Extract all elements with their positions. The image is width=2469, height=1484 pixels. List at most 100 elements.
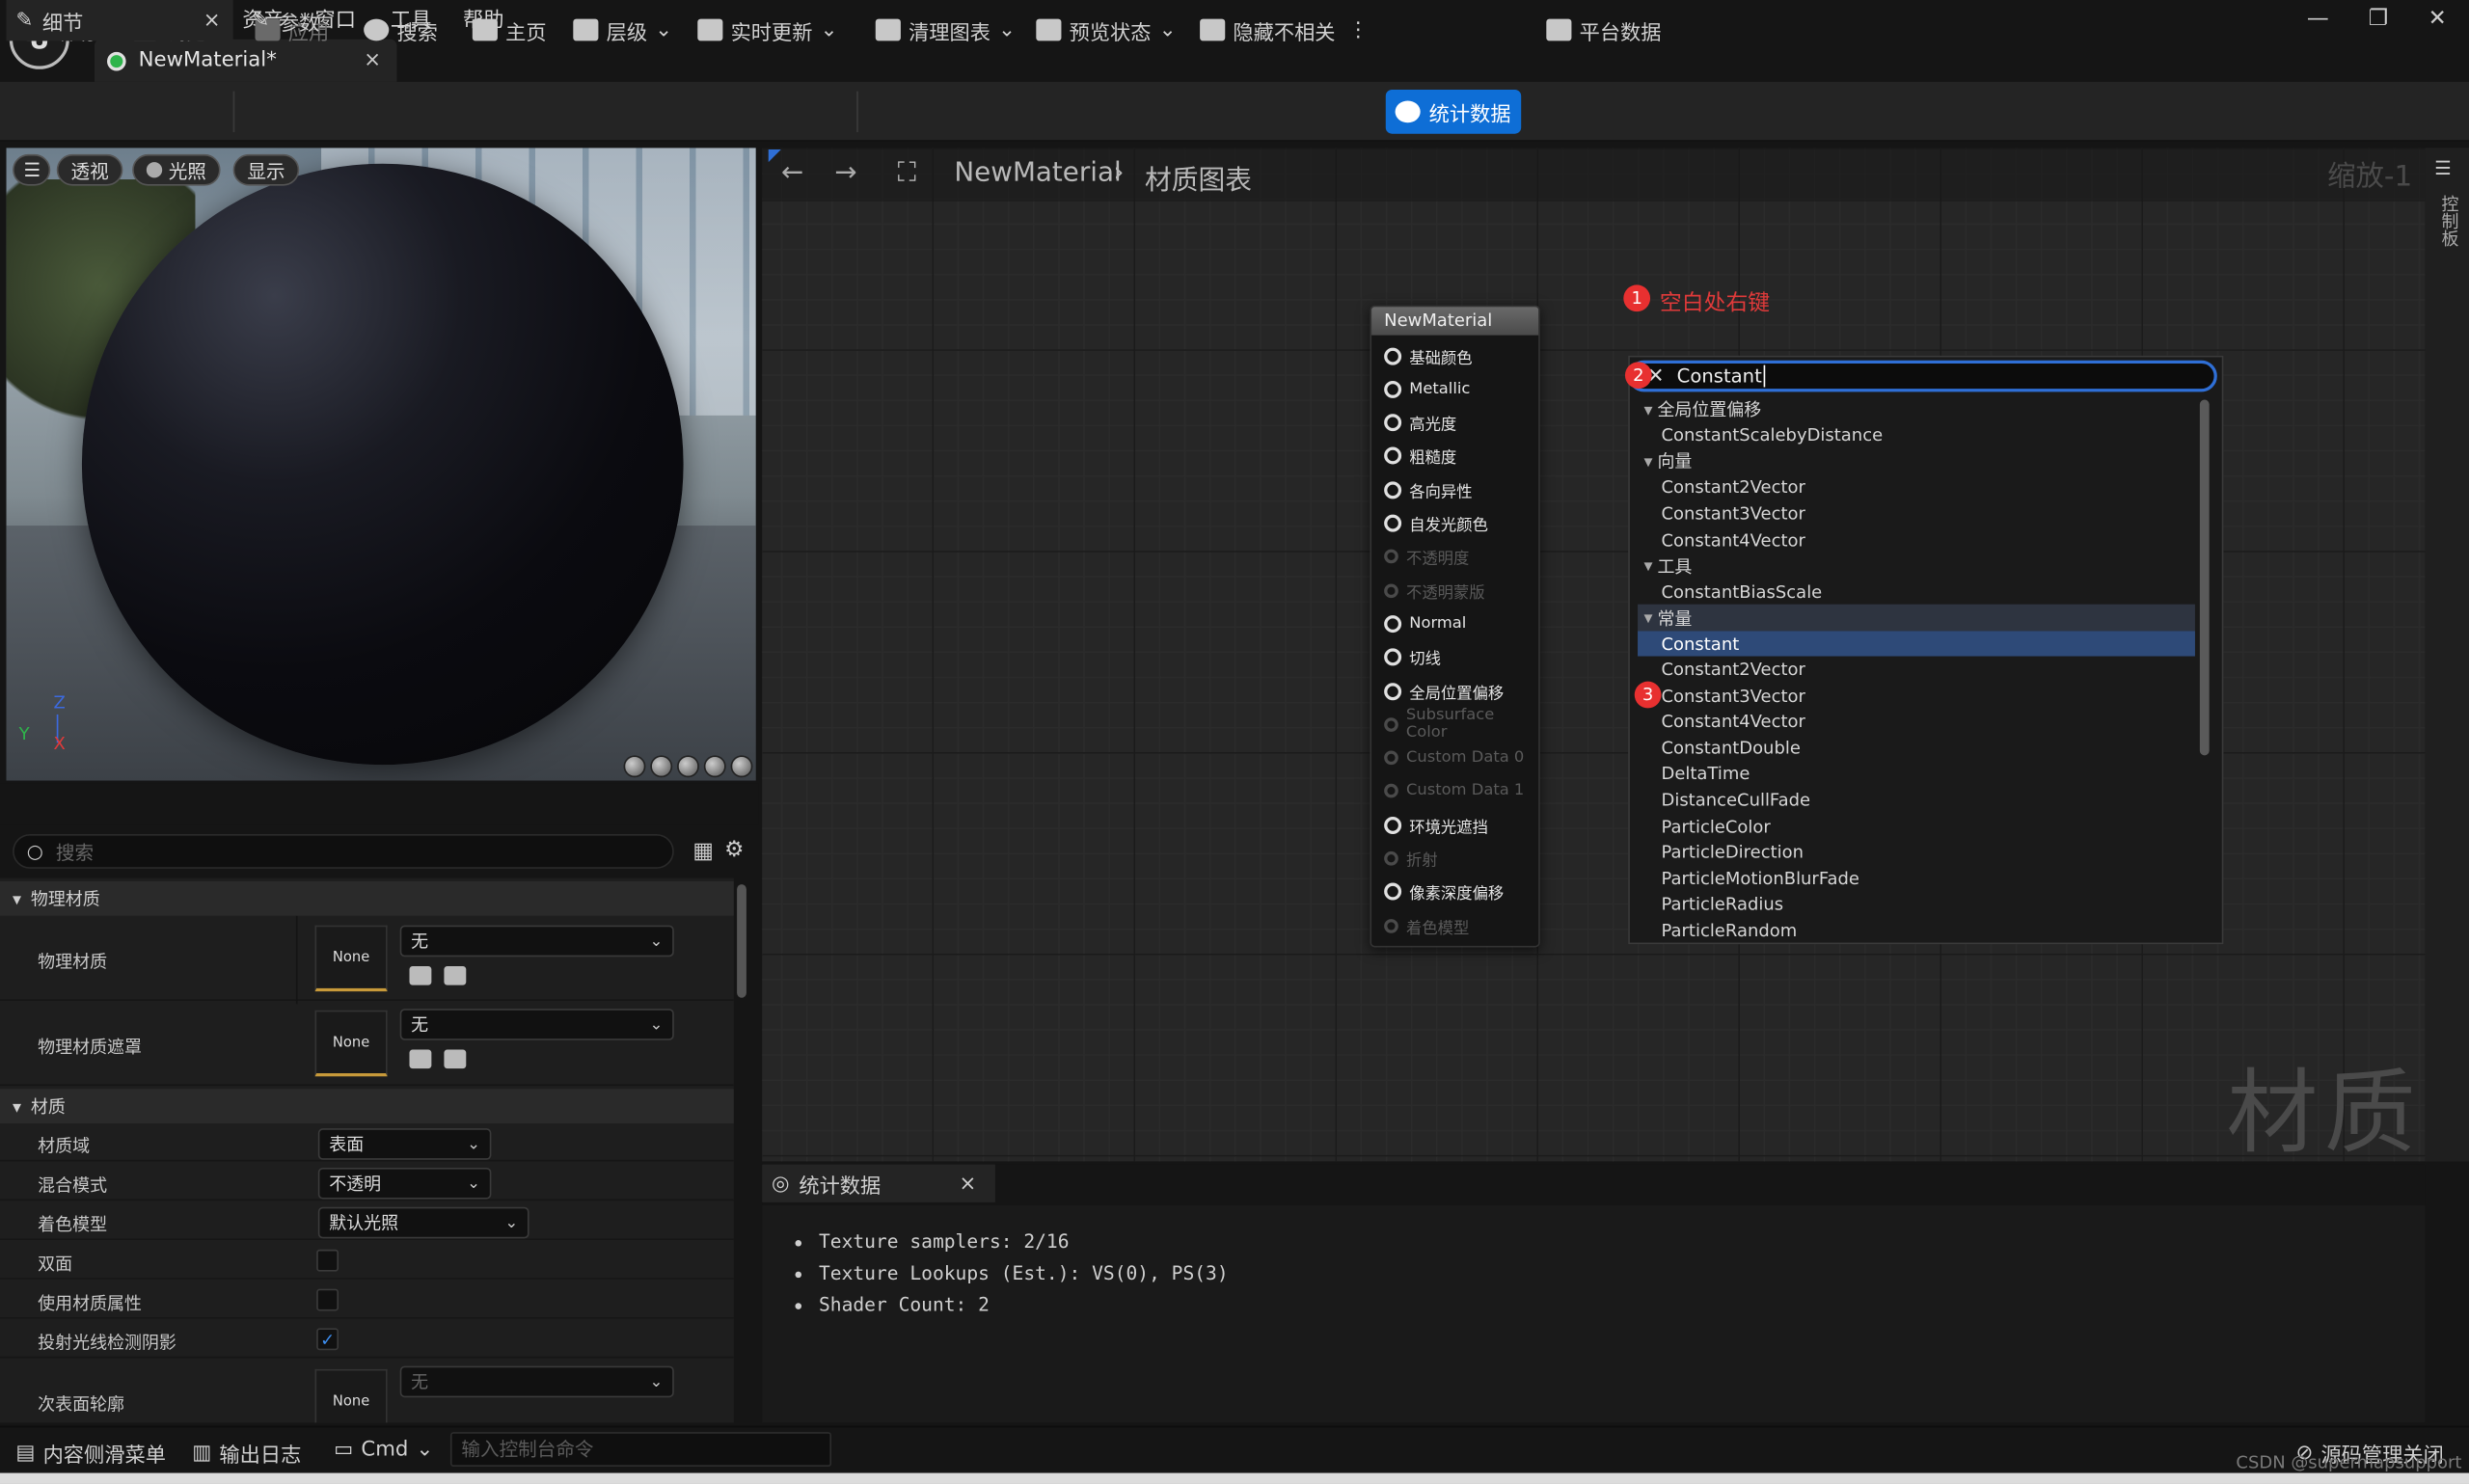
tab-parameters[interactable]: ✎ 参数 — [246, 0, 319, 40]
viewport-menu-button[interactable]: ☰ — [13, 153, 51, 186]
browse-asset-icon[interactable] — [444, 966, 467, 985]
menu-category[interactable]: ▾ 工具 — [1638, 553, 2195, 579]
menu-item[interactable]: Constant3Vector — [1638, 500, 2195, 526]
preview-shape-mesh-icon[interactable] — [730, 755, 753, 778]
node-input-pin[interactable]: 着色模型 — [1384, 914, 1469, 937]
menu-item[interactable]: DeltaTime — [1638, 761, 2195, 787]
node-input-pin[interactable]: 不透明蒙版 — [1384, 580, 1485, 602]
raytrace-shadow-checkbox[interactable]: ✓ — [316, 1328, 339, 1351]
close-window-button[interactable]: ✕ — [2428, 7, 2447, 32]
pin-circle-icon[interactable] — [1384, 480, 1402, 499]
close-details-icon[interactable]: × — [203, 9, 221, 32]
preview-viewport[interactable]: ☰ 透视 光照 显示 Z Y X — [6, 148, 756, 781]
live-update-dropdown[interactable]: 实时更新 ⌄ — [697, 14, 837, 46]
show-button[interactable]: 显示 — [232, 153, 300, 186]
perspective-button[interactable]: 透视 — [56, 153, 123, 186]
pin-circle-icon[interactable] — [1384, 648, 1402, 666]
pin-circle-icon[interactable] — [1384, 850, 1398, 866]
pin-circle-icon[interactable] — [1384, 682, 1402, 700]
forward-arrow-icon[interactable]: → — [834, 157, 856, 189]
lit-button[interactable]: 光照 — [132, 153, 221, 186]
menu-item[interactable]: ParticleRadius — [1638, 891, 2195, 917]
two-sided-checkbox[interactable] — [316, 1249, 339, 1272]
pin-circle-icon[interactable] — [1384, 447, 1402, 466]
node-input-pin[interactable]: 各向异性 — [1384, 478, 1473, 501]
node-input-pin[interactable]: 高光度 — [1384, 412, 1456, 435]
menu-item[interactable]: ParticleMotionBlurFade — [1638, 865, 2195, 891]
node-input-pin[interactable]: Custom Data 0 — [1384, 747, 1524, 769]
node-input-pin[interactable]: 折射 — [1384, 848, 1438, 870]
clean-graph-dropdown[interactable]: 清理图表 ⌄ — [875, 14, 1016, 46]
node-input-pin[interactable]: 切线 — [1384, 646, 1441, 669]
use-material-attributes-checkbox[interactable] — [316, 1288, 339, 1311]
menu-item[interactable]: ParticleDirection — [1638, 839, 2195, 865]
node-input-pin[interactable]: 像素深度偏移 — [1384, 881, 1504, 904]
menu-item[interactable]: Constant3Vector — [1638, 683, 2195, 709]
pin-circle-icon[interactable] — [1384, 716, 1398, 732]
platform-stats-button[interactable]: 平台数据 — [1546, 14, 1662, 46]
pin-circle-icon[interactable] — [1384, 582, 1398, 598]
details-search-input[interactable]: ○ 搜索 — [13, 833, 674, 869]
menu-item[interactable]: DistanceCullFade — [1638, 787, 2195, 813]
home-button[interactable]: 主页 — [472, 14, 547, 46]
grid-view-icon[interactable]: ▦ — [692, 839, 714, 864]
hide-unrelated-button[interactable]: 隐藏不相关 — [1200, 14, 1336, 46]
menu-item[interactable]: ConstantDouble — [1638, 735, 2195, 761]
use-selected-icon[interactable] — [409, 1049, 432, 1069]
node-input-pin[interactable]: 全局位置偏移 — [1384, 680, 1504, 703]
node-input-pin[interactable]: Metallic — [1384, 378, 1470, 400]
menu-item[interactable]: Constant4Vector — [1638, 526, 2195, 553]
minimize-button[interactable]: — — [2307, 7, 2329, 32]
node-input-pin[interactable]: Custom Data 1 — [1384, 780, 1524, 802]
section-physical-material[interactable]: ▾ 物理材质 — [0, 880, 734, 916]
menu-scrollbar[interactable] — [2199, 399, 2210, 756]
phys-mask-thumbnail[interactable]: None — [314, 1010, 388, 1077]
menu-item[interactable]: ConstantScalebyDistance — [1638, 422, 2195, 448]
breadcrumb-asset[interactable]: NewMaterial — [954, 157, 1121, 189]
stats-tab[interactable]: ◎ 统计数据 × — [762, 1164, 995, 1202]
stats-button[interactable]: 统计数据 — [1385, 90, 1522, 134]
menu-item[interactable]: Constant2Vector — [1638, 474, 2195, 500]
menu-category[interactable]: ▾ 常量 — [1638, 605, 2195, 632]
pin-circle-icon[interactable] — [1384, 784, 1398, 799]
menu-category[interactable]: ▾ 全局位置偏移 — [1638, 396, 2195, 422]
phys-material-thumbnail[interactable]: None — [314, 925, 388, 992]
material-result-node[interactable]: NewMaterial 基础颜色 Metallic 高光度 粗糙度 各向异性 自发光颜色不… — [1370, 305, 1540, 948]
close-stats-icon[interactable]: × — [959, 1172, 976, 1195]
pin-circle-icon[interactable] — [1384, 414, 1402, 432]
node-input-pin[interactable]: Subsurface Color — [1384, 707, 1538, 742]
node-input-pin[interactable]: Normal — [1384, 612, 1466, 634]
menu-item[interactable]: ConstantBiasScale — [1638, 579, 2195, 605]
search-button[interactable]: 搜索 — [364, 14, 438, 46]
node-input-pin[interactable]: 环境光遮挡 — [1384, 814, 1488, 837]
phys-material-combo[interactable]: 无 ⌄ — [399, 925, 674, 958]
node-input-pin[interactable]: 基础颜色 — [1384, 344, 1473, 367]
output-log-button[interactable]: ▥ 输出日志 — [192, 1439, 301, 1469]
node-input-pin[interactable]: 粗糙度 — [1384, 445, 1456, 468]
palette-strip[interactable]: ☰ 控制板 — [2425, 148, 2469, 1162]
pin-circle-icon[interactable] — [1384, 750, 1398, 766]
hierarchy-dropdown[interactable]: 层级 ⌄ — [573, 14, 672, 46]
restore-button[interactable]: ❐ — [2369, 7, 2389, 32]
pin-circle-icon[interactable] — [1384, 380, 1402, 398]
menu-item[interactable]: Constant2Vector — [1638, 657, 2195, 683]
use-selected-icon[interactable] — [409, 966, 432, 985]
pin-circle-icon[interactable] — [1384, 550, 1398, 564]
menu-item[interactable]: Constant — [1638, 631, 2195, 658]
back-arrow-icon[interactable]: ← — [781, 157, 803, 189]
content-drawer-button[interactable]: ▤ 内容侧滑菜单 — [15, 1439, 166, 1469]
node-input-pin[interactable]: 不透明度 — [1384, 546, 1469, 569]
browse-asset-icon[interactable] — [444, 1049, 467, 1069]
pin-circle-icon[interactable] — [1384, 918, 1398, 933]
pin-circle-icon[interactable] — [1384, 514, 1402, 532]
shading-model-combo[interactable]: 默认光照 ⌄ — [317, 1206, 529, 1239]
pin-circle-icon[interactable] — [1384, 346, 1402, 364]
node-input-pin[interactable]: 自发光颜色 — [1384, 512, 1488, 535]
pin-circle-icon[interactable] — [1384, 816, 1402, 834]
breadcrumb-graph[interactable]: 材质图表 — [1145, 157, 1252, 197]
subsurface-combo[interactable]: 无 ⌄ — [399, 1365, 674, 1398]
asset-tab[interactable]: NewMaterial* × — [94, 39, 397, 82]
preview-shape-cube-icon[interactable] — [703, 755, 726, 778]
preview-shape-plane-icon[interactable] — [677, 755, 699, 778]
preview-shape-cylinder-icon[interactable] — [623, 755, 646, 778]
